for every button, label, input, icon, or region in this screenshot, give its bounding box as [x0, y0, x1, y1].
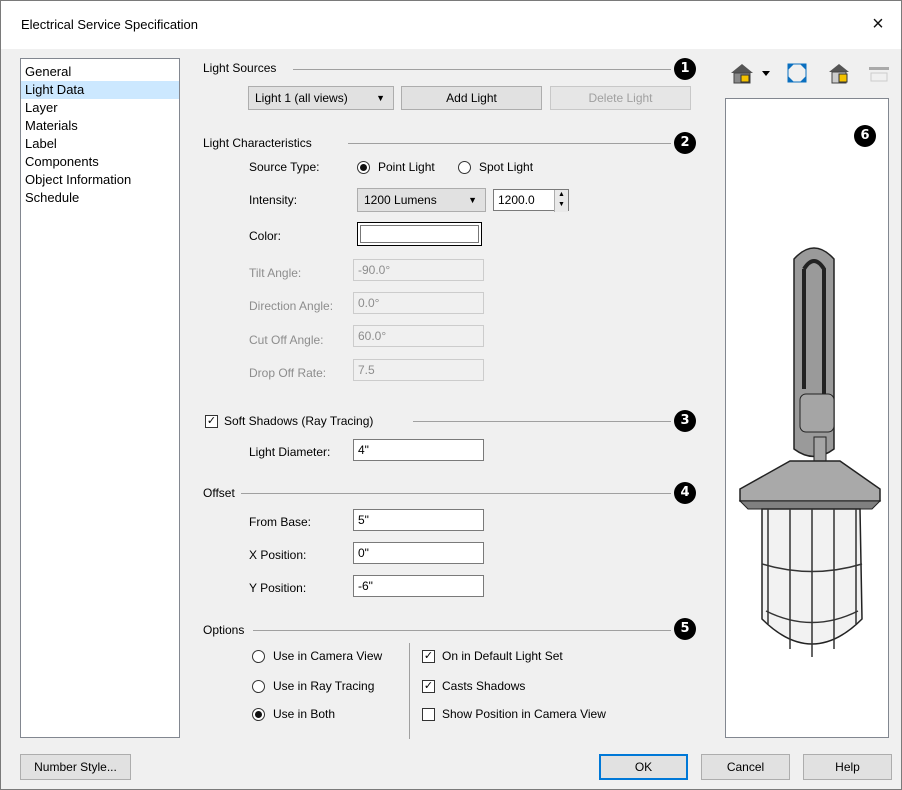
- chevron-down-icon: ▼: [376, 93, 385, 103]
- color-swatch-button[interactable]: [357, 222, 482, 246]
- spin-up-icon[interactable]: ▲: [555, 190, 568, 200]
- options-title: Options: [203, 623, 245, 637]
- close-icon[interactable]: ×: [863, 9, 893, 39]
- ok-button[interactable]: OK: [599, 754, 688, 780]
- callout-4: 4: [674, 482, 696, 504]
- direction-angle-field[interactable]: 0.0°: [353, 292, 484, 314]
- default-light-set-label[interactable]: On in Default Light Set: [442, 649, 563, 663]
- divider: [241, 493, 671, 494]
- toggle-view-icon[interactable]: [867, 61, 891, 85]
- dialog-window: Electrical Service Specification × Gener…: [0, 0, 902, 790]
- wall-light-preview-image: [738, 247, 882, 657]
- cancel-button[interactable]: Cancel: [701, 754, 790, 780]
- casts-shadows-label[interactable]: Casts Shadows: [442, 679, 525, 693]
- sidebar-item-general[interactable]: General: [21, 63, 179, 81]
- x-position-field[interactable]: 0": [353, 542, 484, 564]
- from-base-field[interactable]: 5": [353, 509, 484, 531]
- spin-down-icon[interactable]: ▼: [555, 200, 568, 210]
- callout-3: 3: [674, 410, 696, 432]
- preview-pane[interactable]: 6: [725, 98, 889, 738]
- callout-6: 6: [854, 125, 876, 147]
- dialog-title: Electrical Service Specification: [21, 17, 199, 32]
- use-in-camera-view-label[interactable]: Use in Camera View: [273, 649, 382, 663]
- source-type-label: Source Type:: [249, 160, 320, 174]
- from-base-label: From Base:: [249, 515, 312, 529]
- sidebar-item-schedule[interactable]: Schedule: [21, 189, 179, 207]
- sidebar-item-materials[interactable]: Materials: [21, 117, 179, 135]
- render-view-icon[interactable]: [827, 61, 851, 85]
- divider: [413, 421, 671, 422]
- soft-shadows-label[interactable]: Soft Shadows (Ray Tracing): [224, 414, 373, 428]
- delete-light-button[interactable]: Delete Light: [550, 86, 691, 110]
- show-position-label[interactable]: Show Position in Camera View: [442, 707, 606, 721]
- callout-1: 1: [674, 58, 696, 80]
- sidebar-item-object-information[interactable]: Object Information: [21, 171, 179, 189]
- show-position-checkbox[interactable]: [422, 708, 435, 721]
- cut-off-angle-label: Cut Off Angle:: [249, 333, 324, 347]
- sidebar-item-layer[interactable]: Layer: [21, 99, 179, 117]
- cut-off-angle-field[interactable]: 60.0°: [353, 325, 484, 347]
- direction-angle-label: Direction Angle:: [249, 299, 334, 313]
- light-select[interactable]: Light 1 (all views) ▼: [248, 86, 394, 110]
- chevron-down-icon: ▼: [468, 195, 477, 205]
- point-light-label[interactable]: Point Light: [378, 160, 435, 174]
- tilt-angle-label: Tilt Angle:: [249, 266, 302, 280]
- drop-off-rate-label: Drop Off Rate:: [249, 366, 327, 380]
- light-diameter-label: Light Diameter:: [249, 445, 331, 459]
- callout-2: 2: [674, 132, 696, 154]
- offset-title: Offset: [203, 486, 235, 500]
- intensity-label: Intensity:: [249, 193, 298, 207]
- light-characteristics-title: Light Characteristics: [203, 136, 312, 150]
- tilt-angle-field[interactable]: -90.0°: [353, 259, 484, 281]
- casts-shadows-checkbox[interactable]: ✓: [422, 680, 435, 693]
- intensity-value: 1200.0: [498, 193, 535, 207]
- fill-window-icon[interactable]: [785, 61, 809, 85]
- light-select-value: Light 1 (all views): [255, 91, 348, 105]
- drop-off-rate-field[interactable]: 7.5: [353, 359, 484, 381]
- number-style-button[interactable]: Number Style...: [20, 754, 131, 780]
- category-list: General Light Data Layer Materials Label…: [20, 58, 180, 738]
- x-position-label: X Position:: [249, 548, 307, 562]
- title-bar: Electrical Service Specification ×: [1, 1, 901, 49]
- sidebar-item-components[interactable]: Components: [21, 153, 179, 171]
- use-in-ray-tracing-radio[interactable]: [252, 680, 265, 693]
- intensity-preset-select[interactable]: 1200 Lumens ▼: [357, 188, 486, 212]
- color-label: Color:: [249, 229, 282, 243]
- help-button[interactable]: Help: [803, 754, 892, 780]
- divider: [348, 143, 671, 144]
- use-in-both-label[interactable]: Use in Both: [273, 707, 335, 721]
- light-diameter-field[interactable]: 4": [353, 439, 484, 461]
- y-position-field[interactable]: -6": [353, 575, 484, 597]
- intensity-preset-value: 1200 Lumens: [364, 193, 437, 207]
- options-divider: [409, 643, 410, 739]
- intensity-field[interactable]: 1200.0 ▲ ▼: [493, 189, 569, 212]
- camera-view-dropdown-icon[interactable]: [729, 61, 773, 85]
- divider: [253, 630, 671, 631]
- divider: [293, 69, 671, 70]
- sidebar-item-light-data[interactable]: Light Data: [21, 81, 179, 99]
- spot-light-label[interactable]: Spot Light: [479, 160, 533, 174]
- use-in-ray-tracing-label[interactable]: Use in Ray Tracing: [273, 679, 374, 693]
- y-position-label: Y Position:: [249, 581, 307, 595]
- soft-shadows-checkbox[interactable]: ✓: [205, 415, 218, 428]
- use-in-both-radio[interactable]: [252, 708, 265, 721]
- add-light-button[interactable]: Add Light: [401, 86, 542, 110]
- light-sources-title: Light Sources: [203, 61, 277, 75]
- intensity-spinner[interactable]: ▲ ▼: [554, 190, 568, 212]
- sidebar-item-label[interactable]: Label: [21, 135, 179, 153]
- spot-light-radio[interactable]: [458, 161, 471, 174]
- callout-5: 5: [674, 618, 696, 640]
- default-light-set-checkbox[interactable]: ✓: [422, 650, 435, 663]
- point-light-radio[interactable]: [357, 161, 370, 174]
- use-in-camera-view-radio[interactable]: [252, 650, 265, 663]
